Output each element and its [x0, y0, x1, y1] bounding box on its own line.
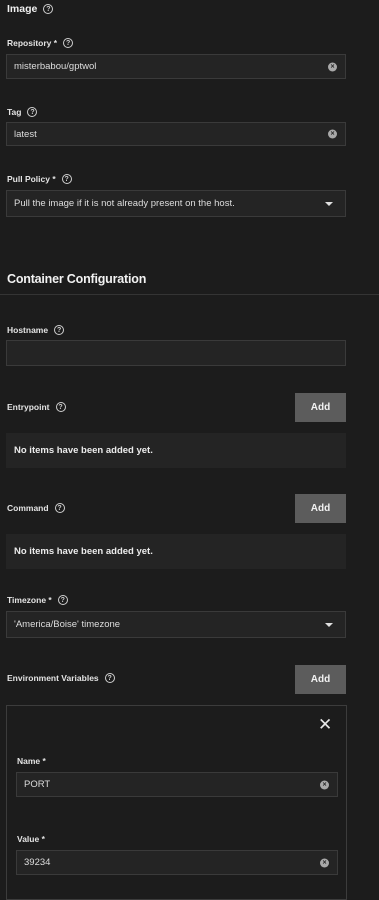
command-label: Command: [7, 503, 49, 513]
tag-label: Tag: [7, 107, 22, 117]
timezone-select[interactable]: 'America/Boise' timezone: [6, 611, 346, 638]
help-circle-icon[interactable]: ?: [61, 174, 72, 184]
command-add-button[interactable]: Add: [295, 494, 346, 523]
help-circle-icon[interactable]: ?: [63, 38, 74, 48]
timezone-value: 'America/Boise' timezone: [14, 619, 121, 630]
help-circle-icon[interactable]: ?: [54, 503, 65, 513]
tag-input[interactable]: latest ×: [6, 122, 346, 146]
clear-icon[interactable]: ×: [320, 780, 329, 789]
container-section-title: Container Configuration: [7, 272, 147, 286]
clear-icon[interactable]: ×: [328, 62, 337, 71]
help-circle-icon[interactable]: ?: [57, 595, 68, 605]
env-name-input[interactable]: PORT ×: [16, 772, 338, 797]
env-value-value: 39234: [24, 857, 51, 868]
env-name-label: Name *: [17, 756, 46, 766]
image-section-header: Image ?: [7, 3, 54, 15]
repository-value: misterbabou/gptwol: [14, 61, 97, 72]
tag-value: latest: [14, 128, 37, 140]
hostname-label-row: Hostname ?: [7, 325, 65, 335]
command-label-row: Command ?: [7, 503, 65, 513]
entrypoint-label: Entrypoint: [7, 402, 50, 412]
pull-policy-value: Pull the image if it is not already pres…: [14, 198, 235, 209]
env-var-item: ✕ Name * PORT × Value * 39234 ×: [6, 705, 347, 900]
entrypoint-empty-list: No items have been added yet.: [6, 433, 346, 468]
pull-policy-label-row: Pull Policy * ?: [7, 174, 72, 184]
clear-icon[interactable]: ×: [320, 858, 329, 867]
env-value-label: Value *: [17, 834, 45, 844]
repository-label-row: Repository * ?: [7, 38, 74, 48]
close-icon[interactable]: ✕: [318, 716, 332, 733]
command-empty-list: No items have been added yet.: [6, 534, 346, 569]
timezone-label: Timezone *: [7, 595, 52, 605]
env-vars-label: Environment Variables: [7, 673, 99, 683]
section-divider: [0, 294, 379, 295]
repository-input[interactable]: misterbabou/gptwol ×: [6, 54, 346, 79]
help-circle-icon[interactable]: ?: [55, 402, 66, 412]
env-vars-add-button[interactable]: Add: [295, 665, 346, 694]
pull-policy-label: Pull Policy *: [7, 174, 56, 184]
help-circle-icon[interactable]: ?: [104, 673, 115, 683]
clear-icon[interactable]: ×: [328, 129, 337, 139]
hostname-label: Hostname: [7, 325, 49, 335]
repository-label: Repository *: [7, 38, 58, 48]
entrypoint-label-row: Entrypoint ?: [7, 402, 66, 412]
env-vars-label-row: Environment Variables ?: [7, 673, 115, 683]
env-name-value: PORT: [24, 779, 51, 790]
env-value-input[interactable]: 39234 ×: [16, 850, 338, 875]
image-section-title: Image: [7, 3, 38, 15]
help-circle-icon[interactable]: ?: [27, 107, 38, 117]
chevron-down-icon: [325, 622, 333, 627]
entrypoint-add-button[interactable]: Add: [295, 393, 346, 422]
hostname-input[interactable]: [6, 340, 346, 366]
help-circle-icon[interactable]: ?: [54, 325, 65, 335]
tag-label-row: Tag ?: [7, 107, 38, 117]
timezone-label-row: Timezone * ?: [7, 595, 68, 605]
help-circle-icon[interactable]: ?: [43, 4, 54, 14]
pull-policy-select[interactable]: Pull the image if it is not already pres…: [6, 190, 346, 217]
chevron-down-icon: [325, 201, 333, 206]
